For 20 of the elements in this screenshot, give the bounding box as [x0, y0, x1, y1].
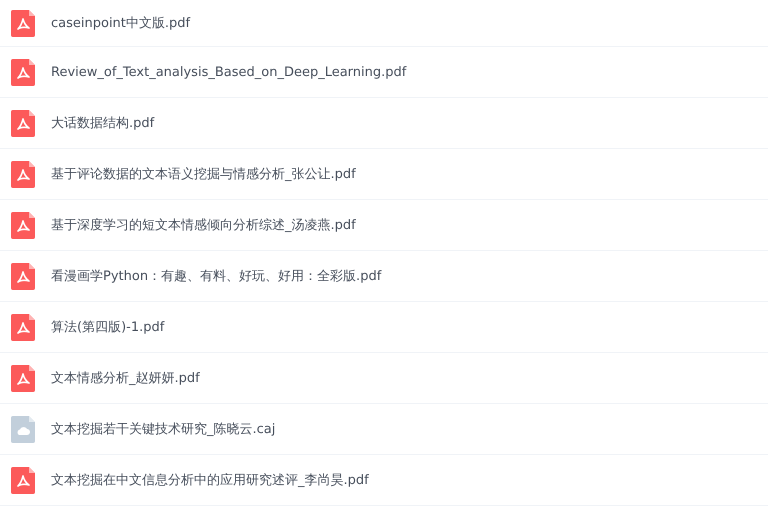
pdf-file-icon: [11, 10, 35, 36]
file-name[interactable]: 文本挖掘在中文信息分析中的应用研究述评_李尚昊.pdf: [51, 471, 369, 489]
pdf-file-icon: [11, 212, 35, 238]
file-name[interactable]: 算法(第四版)-1.pdf: [51, 318, 164, 336]
file-name[interactable]: 文本情感分析_赵妍妍.pdf: [51, 369, 200, 387]
file-name[interactable]: 基于评论数据的文本语义挖掘与情感分析_张公让.pdf: [51, 165, 356, 183]
pdf-file-icon: [11, 314, 35, 340]
pdf-file-icon: [11, 262, 35, 290]
cloud-file-icon: [11, 416, 35, 442]
pdf-file-icon: [11, 110, 35, 136]
file-name[interactable]: 看漫画学Python：有趣、有料、好玩、好用：全彩版.pdf: [51, 267, 382, 285]
file-name[interactable]: 大话数据结构.pdf: [51, 114, 154, 132]
pdf-file-icon: [11, 364, 35, 392]
file-name[interactable]: 文本挖掘若干关键技术研究_陈晓云.caj: [51, 420, 276, 438]
file-name[interactable]: 基于深度学习的短文本情感倾向分析综述_汤凌燕.pdf: [51, 216, 356, 234]
pdf-file-icon: [11, 58, 35, 86]
pdf-file-icon: [11, 466, 35, 494]
file-name[interactable]: caseinpoint中文版.pdf: [51, 14, 190, 32]
file-name[interactable]: Review_of_Text_analysis_Based_on_Deep_Learning.pdf: [51, 64, 406, 80]
pdf-file-icon: [11, 160, 35, 188]
